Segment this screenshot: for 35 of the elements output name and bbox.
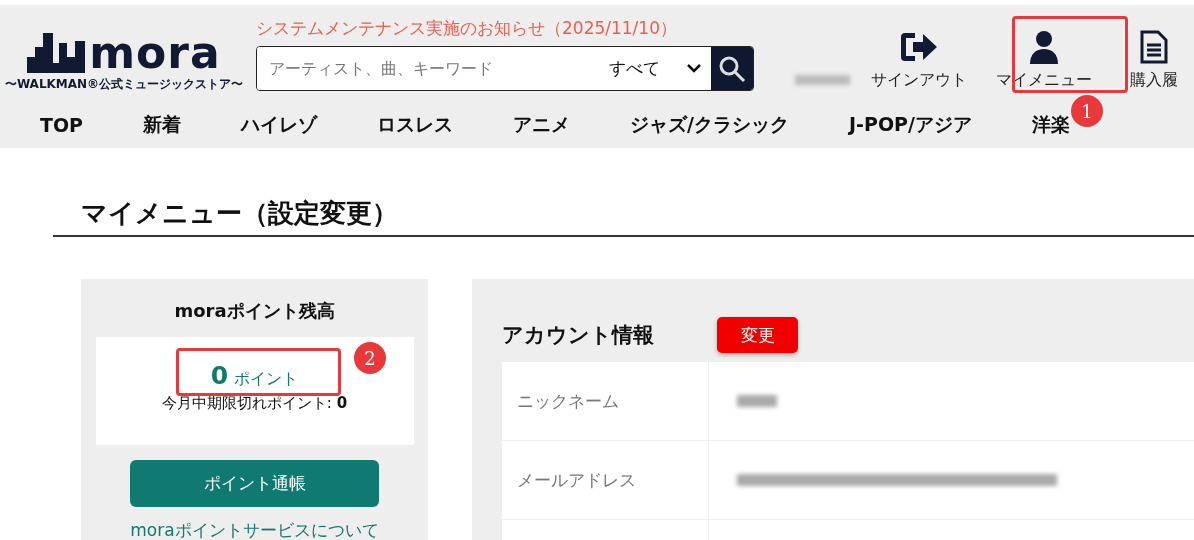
field-label: メールアドレス	[502, 441, 709, 519]
nav-link[interactable]: ロスレス	[377, 111, 454, 138]
nav-link[interactable]: 洋楽	[1031, 111, 1070, 138]
point-service-link[interactable]: moraポイントサービスについて	[130, 519, 379, 540]
search-button[interactable]	[711, 47, 753, 90]
expiring-points: 今月中期限切れポイント: 0	[161, 394, 348, 413]
logo-tagline: 〜WALKMAN®公式ミュージックストア〜	[4, 76, 244, 93]
blurred-value	[737, 395, 777, 407]
sign-out-icon	[899, 30, 939, 64]
signout-link[interactable]: サインアウト	[864, 30, 974, 91]
points-unit: ポイント	[234, 369, 299, 388]
nav-link[interactable]: アニメ	[513, 111, 571, 138]
logo-bars-icon	[27, 33, 86, 73]
nav-link[interactable]: TOP	[40, 113, 84, 136]
search-field[interactable]: アーティスト、曲、キーワード すべて	[256, 46, 754, 91]
chevron-down-icon	[687, 64, 701, 73]
nav-link[interactable]: ジャズ/クラシック	[630, 111, 789, 138]
document-link[interactable]: 購入履	[1114, 30, 1194, 91]
blurred-username	[795, 75, 850, 85]
nav-link[interactable]: ハイレゾ	[241, 111, 318, 138]
nav-link[interactable]: J-POP/アジア	[849, 111, 972, 138]
points-title: moraポイント残高	[174, 299, 335, 323]
points-amount: 0	[210, 361, 229, 390]
search-icon	[718, 54, 746, 83]
field-label: ニックネーム	[502, 362, 709, 440]
nav-link[interactable]: 新着	[143, 111, 182, 138]
logo-wordmark: mora	[89, 33, 221, 73]
account-title: アカウント情報	[502, 322, 654, 349]
edit-button[interactable]: 変更	[717, 317, 798, 353]
category-select[interactable]: すべて	[595, 47, 711, 90]
page-title: マイメニュー（設定変更）	[53, 196, 1194, 237]
document-icon	[1140, 30, 1168, 64]
user-icon	[1027, 30, 1061, 64]
user-link[interactable]: マイメニュー	[992, 30, 1096, 91]
point-book-button[interactable]: ポイント通帳	[130, 460, 379, 507]
